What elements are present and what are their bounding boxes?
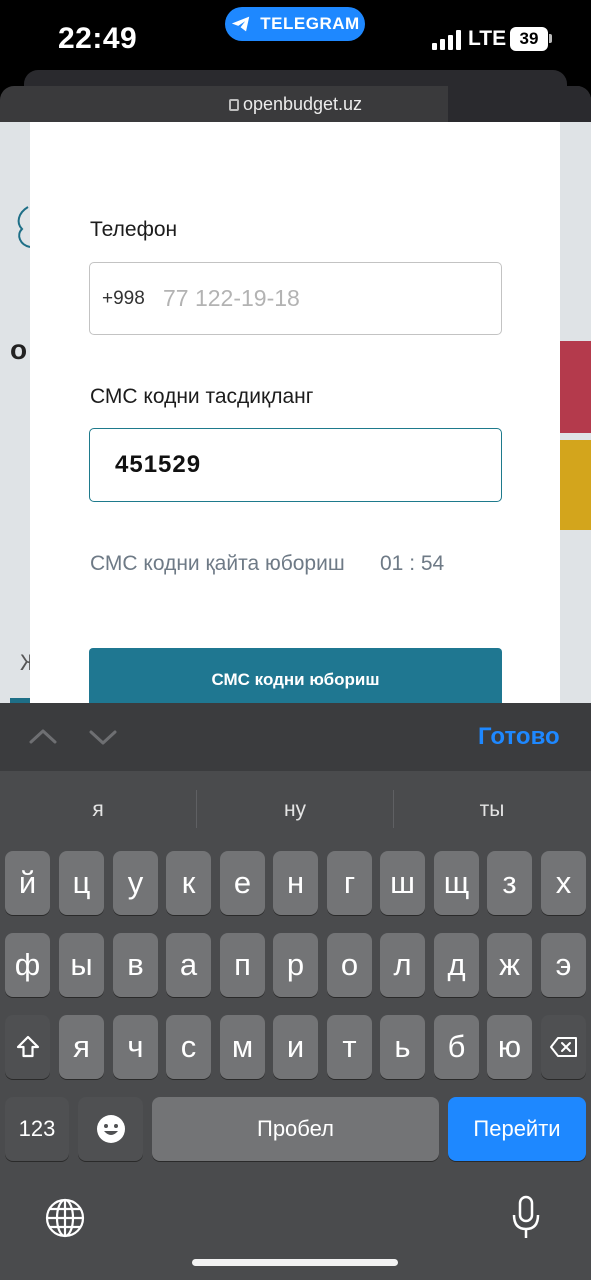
key-row3-7[interactable]: ь <box>380 1015 425 1079</box>
backspace-icon <box>549 1037 577 1057</box>
key-row3-4[interactable]: м <box>220 1015 265 1079</box>
key-row2-6[interactable]: р <box>273 933 318 997</box>
suggestion-divider <box>393 790 394 828</box>
url-text: openbudget.uz <box>242 94 363 114</box>
key-row3-9[interactable]: ю <box>487 1015 532 1079</box>
globe-icon[interactable] <box>44 1197 86 1239</box>
network-type: LTE <box>468 27 507 50</box>
key-row1-6[interactable]: н <box>273 851 318 915</box>
done-button[interactable]: Готово <box>478 723 560 751</box>
go-key[interactable]: Перейти <box>448 1097 586 1161</box>
key-row3-1[interactable]: я <box>59 1015 104 1079</box>
key-row1-5[interactable]: е <box>220 851 265 915</box>
sms-code-value: 451529 <box>115 451 202 478</box>
battery-icon: 39 <box>510 27 548 51</box>
key-row2-7[interactable]: о <box>327 933 372 997</box>
key-row3-3[interactable]: с <box>166 1015 211 1079</box>
key-row2-11[interactable]: э <box>541 933 586 997</box>
phone-label: Телефон <box>90 218 178 241</box>
suggestion-1[interactable]: я <box>28 798 168 822</box>
key-row1-8[interactable]: ш <box>380 851 425 915</box>
space-key[interactable]: Пробел <box>152 1097 439 1161</box>
telegram-return-pill[interactable]: TELEGRAM <box>225 7 365 41</box>
key-row2-3[interactable]: в <box>113 933 158 997</box>
key-row1-9[interactable]: щ <box>434 851 479 915</box>
key-row3-2[interactable]: ч <box>113 1015 158 1079</box>
key-row1-11[interactable]: х <box>541 851 586 915</box>
send-sms-button-label: СМС кодни юбориш <box>211 670 380 689</box>
telegram-icon <box>232 16 250 32</box>
page-card-yellow <box>560 440 591 530</box>
home-indicator[interactable] <box>192 1259 398 1266</box>
microphone-icon[interactable] <box>510 1194 542 1242</box>
numbers-key[interactable]: 123 <box>5 1097 69 1161</box>
sms-verification-modal <box>30 122 560 712</box>
key-row1-10[interactable]: з <box>487 851 532 915</box>
phone-country-prefix: +998 <box>102 288 145 309</box>
suggestion-divider <box>196 790 197 828</box>
shift-key[interactable] <box>5 1015 50 1079</box>
resend-sms-text: СМС кодни қайта юбориш <box>90 552 345 575</box>
suggestion-3[interactable]: ты <box>422 798 562 822</box>
telegram-pill-label: TELEGRAM <box>260 14 360 33</box>
key-row3-5[interactable]: и <box>273 1015 318 1079</box>
resend-timer: 01 : 54 <box>380 552 445 575</box>
chevron-down-icon[interactable] <box>88 722 118 752</box>
battery-nub <box>549 34 552 43</box>
key-row3-8[interactable]: б <box>434 1015 479 1079</box>
key-row1-7[interactable]: г <box>327 851 372 915</box>
key-row2-10[interactable]: ж <box>487 933 532 997</box>
chevron-up-icon[interactable] <box>28 722 58 752</box>
key-row3-6[interactable]: т <box>327 1015 372 1079</box>
key-row2-2[interactable]: ы <box>59 933 104 997</box>
key-row2-1[interactable]: ф <box>5 933 50 997</box>
key-row2-4[interactable]: а <box>166 933 211 997</box>
signal-icon <box>432 30 462 50</box>
key-row2-9[interactable]: д <box>434 933 479 997</box>
lock-icon <box>228 99 239 111</box>
suggestion-2[interactable]: ну <box>225 798 365 822</box>
shift-icon <box>16 1035 39 1058</box>
emoji-icon <box>96 1115 125 1143</box>
key-row2-8[interactable]: л <box>380 933 425 997</box>
page-heading-fragment: о <box>10 334 28 365</box>
key-row2-5[interactable]: п <box>220 933 265 997</box>
battery-level: 39 <box>519 29 539 48</box>
key-row1-1[interactable]: й <box>5 851 50 915</box>
key-row1-3[interactable]: у <box>113 851 158 915</box>
key-row1-4[interactable]: к <box>166 851 211 915</box>
status-time: 22:49 <box>58 22 138 55</box>
key-row1-2[interactable]: ц <box>59 851 104 915</box>
backspace-key[interactable] <box>541 1015 586 1079</box>
phone-input-placeholder: 77 122-19-18 <box>163 285 300 311</box>
url-text-container[interactable]: openbudget.uz <box>0 94 591 115</box>
sms-code-label: СМС кодни тасдиқланг <box>90 385 314 408</box>
emoji-key[interactable] <box>78 1097 143 1161</box>
status-bar: 22:49 TELEGRAM LTE 39 <box>0 0 591 80</box>
page-card-red <box>560 341 591 433</box>
